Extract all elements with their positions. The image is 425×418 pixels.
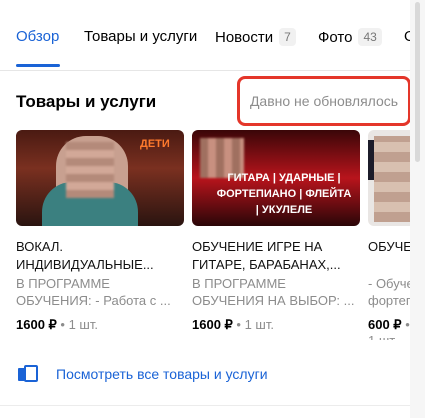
product-image <box>368 130 410 226</box>
scrollbar[interactable] <box>410 0 425 418</box>
product-title: ОБУЧЕНИЕ МУЗЫКАЛ... <box>368 239 410 254</box>
tab-products-services[interactable]: Товары и услуги <box>84 28 197 45</box>
tab-photos[interactable]: Фото 43 <box>318 28 382 46</box>
product-card[interactable]: ОБУЧЕНИЕ МУЗЫКАЛ... - Обучение игре на ф… <box>368 130 410 340</box>
section-title: Товары и услуги <box>16 92 157 111</box>
tab-count-badge: 7 <box>279 28 296 46</box>
price-unit: • 1 шт. <box>56 317 98 332</box>
product-image: ГИТАРА | УДАРНЫЕ | ФОРТЕПИАНО | ФЛЕЙТА |… <box>192 130 360 226</box>
price-value: 1600 ₽ <box>192 317 233 332</box>
outdated-notice: Давно не обновлялось <box>237 76 411 126</box>
product-description: - Обучение игре на фортепиано... <box>368 276 410 308</box>
tab-overview[interactable]: Обзор <box>16 28 59 45</box>
product-card[interactable]: ГИТАРА | УДАРНЫЕ | ФОРТЕПИАНО | ФЛЕЙТА |… <box>192 130 360 332</box>
tab-label: Обзор <box>16 28 60 45</box>
tab-news[interactable]: Новости 7 <box>215 28 296 46</box>
product-description: В ПРОГРАММЕ ОБУЧЕНИЯ: - Работа с ... <box>16 276 171 308</box>
product-price: 600 ₽ • 1 шт. <box>368 317 410 340</box>
notice-text: Давно не обновлялось <box>249 93 399 109</box>
product-price: 1600 ₽ • 1 шт. <box>192 317 274 333</box>
price-value: 1600 ₽ <box>16 317 57 332</box>
image-blur-mask <box>374 136 410 222</box>
image-banner-text: ГИТАРА | УДАРНЫЕ | ФОРТЕПИАНО | ФЛЕЙТА |… <box>216 172 352 216</box>
product-title: ОБУЧЕНИЕ ИГРЕ НА ГИТАРЕ, БАРАБАНАХ,... <box>192 239 341 272</box>
catalog-icon <box>18 364 38 384</box>
tab-bar: Обзор Товары и услуги Новости 7 Фото 43 … <box>0 0 425 71</box>
divider <box>0 405 425 406</box>
see-all-products-link[interactable]: Посмотреть все товары и услуги <box>18 364 268 384</box>
see-all-label: Посмотреть все товары и услуги <box>56 366 268 382</box>
scrollbar-thumb[interactable] <box>415 2 420 162</box>
price-unit: • 1 шт. <box>232 317 274 332</box>
price-value: 600 ₽ <box>368 317 402 332</box>
product-image: ДЕТИ <box>16 130 184 226</box>
tab-label: Фото <box>318 28 353 46</box>
product-price: 1600 ₽ • 1 шт. <box>16 317 98 333</box>
product-card[interactable]: ДЕТИ ВОКАЛ. ИНДИВИДУАЛЬНЫЕ... В ПРОГРАММ… <box>16 130 184 332</box>
image-blur-mask <box>66 142 114 198</box>
tab-label: Новости <box>215 28 274 46</box>
active-tab-indicator <box>16 64 60 67</box>
tab-count-badge: 43 <box>358 28 382 46</box>
tab-label: Товары и услуги <box>84 28 198 45</box>
product-description: В ПРОГРАММЕ ОБУЧЕНИЯ НА ВЫБОР: ... <box>192 276 355 308</box>
product-title: ВОКАЛ. ИНДИВИДУАЛЬНЫЕ... <box>16 239 154 272</box>
image-badge: ДЕТИ <box>140 138 170 150</box>
